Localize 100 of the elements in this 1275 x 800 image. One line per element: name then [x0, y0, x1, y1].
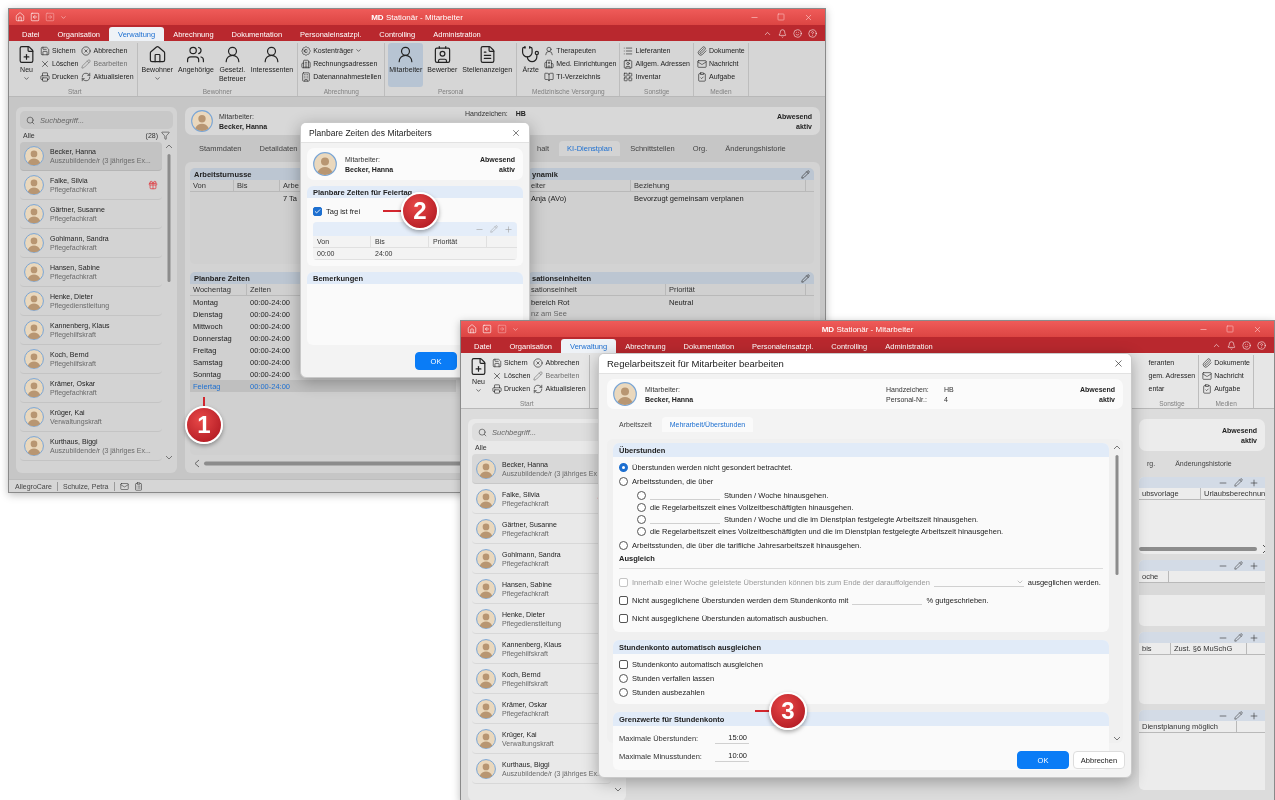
people-icon: [186, 45, 206, 64]
radio-button[interactable]: [637, 514, 646, 524]
building-icon: [301, 58, 312, 69]
edit-button[interactable]: [490, 225, 498, 233]
edit-button[interactable]: [1234, 711, 1243, 720]
pencil-icon[interactable]: [801, 273, 810, 283]
pencil-icon[interactable]: [801, 169, 810, 179]
radio-button[interactable]: [619, 687, 628, 697]
save-icon: [40, 45, 50, 56]
avatar: [476, 578, 496, 599]
save-icon: [492, 357, 502, 368]
avatar: [24, 320, 44, 340]
radio-button[interactable]: [637, 526, 646, 536]
avatar: [24, 175, 44, 195]
new-document-icon: [17, 45, 36, 64]
avatar: [476, 638, 496, 659]
plus-icon: [504, 224, 513, 234]
maximize-icon: [777, 13, 785, 21]
window-title: MD Stationär - Mitarbeiter: [821, 324, 914, 334]
avatar: [476, 458, 496, 479]
pencil-icon: [1234, 633, 1243, 642]
close-icon: [1252, 324, 1262, 334]
scrollbar[interactable]: [1139, 544, 1265, 554]
leader-line: [755, 710, 771, 712]
checkbox[interactable]: [313, 206, 322, 216]
close-icon: [803, 12, 813, 22]
add-button[interactable]: [504, 224, 513, 234]
radio-button[interactable]: [637, 490, 646, 500]
bell-icon: [778, 28, 787, 38]
book-icon: [544, 71, 555, 82]
help-icon: [1257, 340, 1266, 350]
list-icon: [623, 45, 634, 56]
edit-button[interactable]: [1234, 478, 1243, 487]
radio-button[interactable]: [619, 462, 628, 472]
avatar: [476, 518, 496, 539]
forward-icon: [497, 324, 507, 334]
contact-card-icon: [623, 58, 634, 69]
radio-button[interactable]: [637, 502, 646, 512]
add-button[interactable]: [1249, 632, 1259, 643]
avatar: [24, 436, 44, 456]
refresh-icon: [533, 383, 544, 394]
home-icon: [15, 12, 25, 22]
avatar: [24, 204, 44, 224]
new-document-icon: [469, 357, 488, 376]
radio-button[interactable]: [619, 540, 628, 550]
avatar: [24, 349, 44, 369]
house-icon: [147, 45, 167, 64]
edit-button[interactable]: [1234, 561, 1243, 570]
avatar: [476, 758, 496, 779]
filter-icon: [161, 131, 170, 140]
home-icon: [467, 324, 477, 334]
euro-badge-icon: [301, 45, 312, 56]
checkbox[interactable]: [619, 613, 628, 623]
avatar: [476, 668, 496, 689]
plus-icon: [1249, 710, 1259, 721]
plus-icon: [1249, 632, 1259, 643]
avatar: [476, 548, 496, 569]
help-icon: [808, 28, 817, 38]
radio-button[interactable]: [619, 476, 628, 486]
clipboard-check-icon: [1202, 383, 1213, 394]
add-button[interactable]: [1249, 710, 1259, 721]
clipboard-icon: [133, 481, 143, 491]
stethoscope-icon: [521, 45, 541, 64]
avatar: [476, 698, 496, 719]
printer-icon: [40, 71, 50, 82]
checkbox[interactable]: [619, 595, 628, 605]
avatar: [313, 152, 337, 176]
cross-icon: [492, 370, 502, 381]
back-icon: [30, 12, 40, 22]
cancel-icon: [81, 45, 92, 56]
add-button[interactable]: [1249, 477, 1259, 488]
avatar: [24, 407, 44, 427]
paperclip-icon: [696, 45, 707, 56]
checkbox[interactable]: [619, 659, 628, 669]
building-icon: [301, 71, 312, 82]
pencil-icon: [490, 225, 498, 233]
edit-button[interactable]: [1234, 633, 1243, 642]
avatar: [24, 378, 44, 398]
scrollbar[interactable]: [165, 142, 173, 462]
plus-icon: [1249, 477, 1259, 488]
grid-icon: [623, 71, 634, 82]
mail-icon: [1202, 370, 1213, 381]
leader-line: [383, 210, 403, 212]
avatar: [613, 382, 637, 406]
mail-icon: [119, 481, 129, 491]
avatar: [476, 488, 496, 509]
clipboard-check-icon: [696, 71, 707, 82]
scrollbar[interactable]: [1113, 443, 1121, 743]
pencil-icon: [1234, 478, 1243, 487]
dialog-title: Regelarbeitszeit für Mitarbeiter bearbeiten: [607, 358, 785, 369]
radio-button[interactable]: [619, 673, 628, 683]
bell-icon: [1227, 340, 1236, 350]
plus-icon: [1249, 560, 1259, 571]
avatar: [24, 233, 44, 253]
dialog-title: Planbare Zeiten des Mitarbeiters: [309, 127, 433, 138]
avatar: [24, 262, 44, 282]
caret-icon: [60, 13, 67, 21]
add-button[interactable]: [1249, 560, 1259, 571]
hospital-icon: [544, 58, 555, 69]
avatar: [24, 291, 44, 311]
